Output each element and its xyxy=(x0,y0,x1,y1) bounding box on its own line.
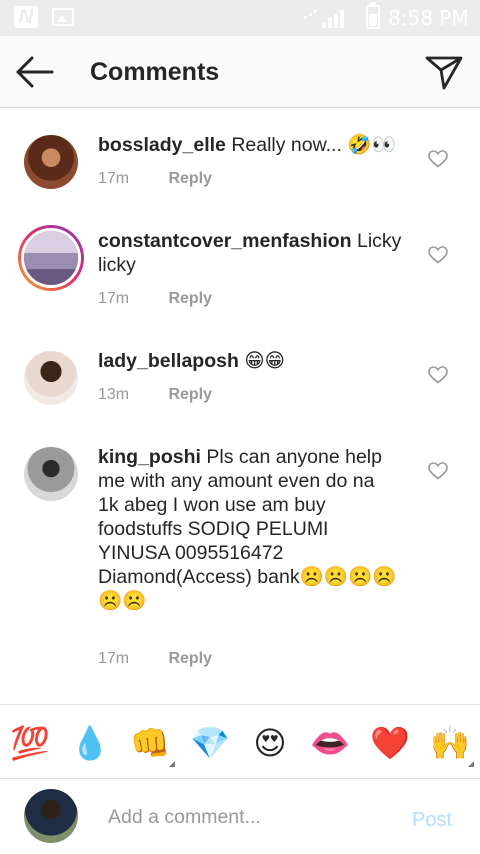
raised-hands-emoji-icon[interactable]: 🙌 xyxy=(430,723,470,763)
comment-meta: 17m Reply xyxy=(98,169,212,189)
comments-list[interactable]: bosslady_elle Really now... 🤣👀 17m Reply… xyxy=(0,109,480,704)
comment-time: 17m xyxy=(98,170,130,187)
send-icon[interactable] xyxy=(424,52,464,92)
comment-username[interactable]: constantcover_menfashion xyxy=(98,230,352,252)
like-heart-icon[interactable] xyxy=(428,462,448,480)
comment-username[interactable]: lady_bellaposh xyxy=(98,350,239,372)
comment-text: bosslady_elle Really now... 🤣👀 xyxy=(98,133,408,157)
status-bar: N 8:58 PM xyxy=(0,0,480,36)
gem-emoji-icon[interactable]: 💎 xyxy=(190,723,230,763)
battery-icon xyxy=(366,2,380,29)
image-icon xyxy=(52,8,74,26)
reply-button[interactable]: Reply xyxy=(168,170,212,187)
hundred-emoji-icon[interactable]: 💯 xyxy=(10,723,50,763)
avatar[interactable] xyxy=(24,135,78,189)
comment-body: 😁😁 xyxy=(244,350,285,372)
page-title: Comments xyxy=(90,58,220,86)
comment-meta: 17m Reply xyxy=(98,289,212,309)
reply-button[interactable]: Reply xyxy=(168,650,212,667)
comment-body: Pls can anyone help me with any amount e… xyxy=(98,446,397,612)
comment-text: king_poshi Pls can anyone help me with a… xyxy=(98,445,398,613)
comment-text: constantcover_menfashion Licky licky xyxy=(98,229,408,277)
lips-emoji-icon[interactable]: 👄 xyxy=(310,723,350,763)
like-heart-icon[interactable] xyxy=(428,246,448,264)
avatar[interactable] xyxy=(18,225,84,291)
comment-text: lady_bellaposh 😁😁 xyxy=(98,349,408,373)
back-arrow-icon[interactable] xyxy=(14,52,56,92)
droplet-emoji-icon[interactable]: 💧 xyxy=(70,723,110,763)
comment-input[interactable] xyxy=(108,803,398,831)
comment-item: bosslady_elle Really now... 🤣👀 17m Reply xyxy=(0,109,480,219)
fist-emoji-icon[interactable]: 👊 xyxy=(130,723,170,763)
skin-tone-indicator-icon xyxy=(468,761,474,767)
skin-tone-indicator-icon xyxy=(169,761,175,767)
heart-eyes-emoji-icon[interactable]: 😍 xyxy=(250,723,290,763)
comment-time: 13m xyxy=(98,386,130,403)
avatar[interactable] xyxy=(24,351,78,405)
comment-input-bar: Post xyxy=(0,778,480,854)
like-heart-icon[interactable] xyxy=(428,366,448,384)
header: Comments xyxy=(0,36,480,108)
my-avatar xyxy=(24,789,78,843)
comment-meta: 17m Reply xyxy=(98,649,212,669)
n-icon: N xyxy=(14,6,38,28)
comment-username[interactable]: king_poshi xyxy=(98,446,201,468)
signal-icon xyxy=(304,10,344,28)
comment-time: 17m xyxy=(98,650,130,667)
like-heart-icon[interactable] xyxy=(428,150,448,168)
comment-time: 17m xyxy=(98,290,130,307)
comment-item: lady_bellaposh 😁😁 13m Reply xyxy=(0,339,480,439)
comment-item: king_poshi Pls can anyone help me with a… xyxy=(0,435,480,685)
reply-button[interactable]: Reply xyxy=(168,290,212,307)
comment-item: constantcover_menfashion Licky licky 17m… xyxy=(0,219,480,339)
comment-body: Really now... 🤣👀 xyxy=(231,134,396,156)
comment-meta: 13m Reply xyxy=(98,385,212,405)
emoji-quick-bar: 💯 💧 👊 💎 😍 👄 ❤️ 🙌 xyxy=(0,704,480,778)
heart-emoji-icon[interactable]: ❤️ xyxy=(370,723,410,763)
reply-button[interactable]: Reply xyxy=(168,386,212,403)
comment-username[interactable]: bosslady_elle xyxy=(98,134,226,156)
status-time: 8:58 PM xyxy=(388,6,469,30)
avatar[interactable] xyxy=(24,447,78,501)
post-button[interactable]: Post xyxy=(412,807,452,833)
